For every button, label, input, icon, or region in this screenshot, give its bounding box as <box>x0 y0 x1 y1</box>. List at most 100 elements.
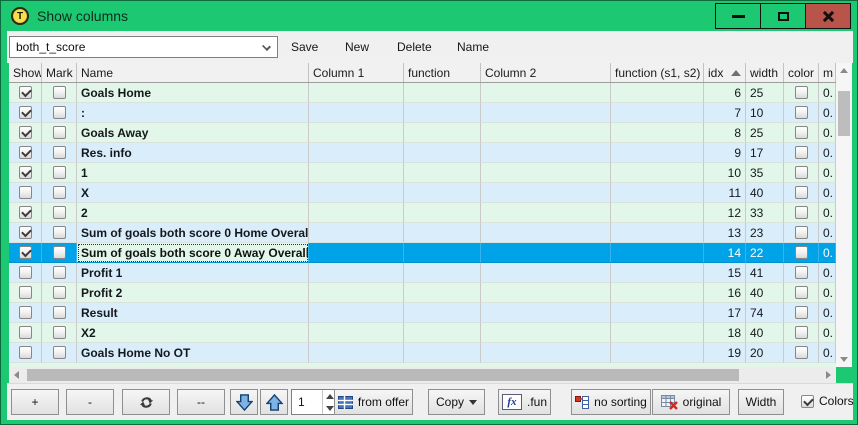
horizontal-scrollbar[interactable] <box>9 367 836 383</box>
name-cell[interactable]: Res. info <box>77 143 309 163</box>
show-checkbox[interactable] <box>19 126 32 139</box>
width-button[interactable]: Width <box>738 389 784 415</box>
color-checkbox[interactable] <box>795 306 808 319</box>
colors-checkbox[interactable] <box>801 395 814 408</box>
color-checkbox[interactable] <box>795 346 808 359</box>
name-cell[interactable]: X <box>77 183 309 203</box>
table-row[interactable]: Result17740. <box>9 303 836 323</box>
name-cell[interactable]: Profit 2 <box>77 283 309 303</box>
show-checkbox[interactable] <box>19 166 32 179</box>
no-sorting-button[interactable]: no sorting <box>571 389 651 415</box>
step-spinner[interactable]: 1 <box>291 389 338 415</box>
header-cell-function[interactable]: function <box>404 63 481 82</box>
titlebar[interactable]: T Show columns <box>1 1 857 31</box>
show-checkbox[interactable] <box>19 146 32 159</box>
add-button[interactable]: + <box>11 389 59 415</box>
copy-button[interactable]: Copy <box>428 389 485 415</box>
show-checkbox[interactable] <box>19 246 32 259</box>
mark-checkbox[interactable] <box>53 146 66 159</box>
mark-checkbox[interactable] <box>53 206 66 219</box>
profile-combobox[interactable]: both_t_score <box>9 36 278 58</box>
show-checkbox[interactable] <box>19 186 32 199</box>
mark-checkbox[interactable] <box>53 306 66 319</box>
color-checkbox[interactable] <box>795 226 808 239</box>
refresh-button[interactable] <box>122 389 170 415</box>
header-cell-column-1[interactable]: Column 1 <box>309 63 404 82</box>
header-cell-mark[interactable]: Mark <box>42 63 77 82</box>
header-cell-color[interactable]: color <box>784 63 819 82</box>
table-row[interactable]: Goals Away8250. <box>9 123 836 143</box>
mark-checkbox[interactable] <box>53 286 66 299</box>
remove-button[interactable]: - <box>66 389 114 415</box>
header-cell-m[interactable]: m <box>819 63 836 82</box>
mark-checkbox[interactable] <box>53 186 66 199</box>
show-checkbox[interactable] <box>19 326 32 339</box>
name-cell[interactable]: X2 <box>77 323 309 343</box>
show-checkbox[interactable] <box>19 346 32 359</box>
move-down-button[interactable] <box>230 389 258 415</box>
name-cell[interactable]: Goals Home <box>77 83 309 103</box>
table-row[interactable]: 110350. <box>9 163 836 183</box>
dash-button[interactable]: -- <box>177 389 225 415</box>
name-cell[interactable]: : <box>77 103 309 123</box>
table-row[interactable]: X218400. <box>9 323 836 343</box>
close-button[interactable] <box>805 3 851 29</box>
table-row[interactable]: Sum of goals both score 0 Home Overall13… <box>9 223 836 243</box>
mark-checkbox[interactable] <box>53 106 66 119</box>
show-checkbox[interactable] <box>19 86 32 99</box>
name-cell[interactable]: Sum of goals both score 0 Away Overall <box>77 243 309 263</box>
name-cell[interactable]: 2 <box>77 203 309 223</box>
table-row[interactable]: :7100. <box>9 103 836 123</box>
color-checkbox[interactable] <box>795 106 808 119</box>
mark-checkbox[interactable] <box>53 326 66 339</box>
menu-new[interactable]: New <box>345 31 369 63</box>
menu-save[interactable]: Save <box>291 31 318 63</box>
table-row[interactable]: X11400. <box>9 183 836 203</box>
show-checkbox[interactable] <box>19 266 32 279</box>
header-cell-width[interactable]: width <box>746 63 784 82</box>
mark-checkbox[interactable] <box>53 266 66 279</box>
show-checkbox[interactable] <box>19 306 32 319</box>
color-checkbox[interactable] <box>795 286 808 299</box>
color-checkbox[interactable] <box>795 126 808 139</box>
show-checkbox[interactable] <box>19 206 32 219</box>
color-checkbox[interactable] <box>795 186 808 199</box>
mark-checkbox[interactable] <box>53 226 66 239</box>
mark-checkbox[interactable] <box>53 86 66 99</box>
name-cell[interactable]: Result <box>77 303 309 323</box>
table-row[interactable]: Profit 115410. <box>9 263 836 283</box>
color-checkbox[interactable] <box>795 206 808 219</box>
color-checkbox[interactable] <box>795 146 808 159</box>
table-row[interactable]: Res. info9170. <box>9 143 836 163</box>
maximize-button[interactable] <box>760 3 806 29</box>
color-checkbox[interactable] <box>795 266 808 279</box>
mark-checkbox[interactable] <box>53 166 66 179</box>
mark-checkbox[interactable] <box>53 346 66 359</box>
show-checkbox[interactable] <box>19 286 32 299</box>
table-row[interactable]: Goals Home No OT19200. <box>9 343 836 363</box>
vertical-scrollbar-thumb[interactable] <box>838 91 850 136</box>
menu-name[interactable]: Name <box>457 31 489 63</box>
table-row[interactable]: Sum of goals both score 0 Away Overall14… <box>9 243 836 263</box>
show-checkbox[interactable] <box>19 106 32 119</box>
move-up-button[interactable] <box>260 389 288 415</box>
original-button[interactable]: original <box>652 389 730 415</box>
colors-toggle[interactable]: Colors <box>801 394 854 408</box>
color-checkbox[interactable] <box>795 166 808 179</box>
show-checkbox[interactable] <box>19 226 32 239</box>
header-cell-name[interactable]: Name <box>77 63 309 82</box>
table-row[interactable]: Goals Home6250. <box>9 83 836 103</box>
from-offer-button[interactable]: from offer <box>334 389 413 415</box>
scroll-right-icon[interactable] <box>826 371 831 379</box>
scroll-left-icon[interactable] <box>14 371 19 379</box>
name-cell[interactable]: 1 <box>77 163 309 183</box>
header-cell-function-s1-s2[interactable]: function (s1, s2) <box>611 63 704 82</box>
table-row[interactable]: 212330. <box>9 203 836 223</box>
color-checkbox[interactable] <box>795 326 808 339</box>
header-cell-idx[interactable]: idx <box>704 63 746 82</box>
color-checkbox[interactable] <box>795 246 808 259</box>
table-row[interactable]: Profit 216400. <box>9 283 836 303</box>
mark-checkbox[interactable] <box>53 246 66 259</box>
menu-delete[interactable]: Delete <box>397 31 432 63</box>
name-cell[interactable]: Profit 1 <box>77 263 309 283</box>
